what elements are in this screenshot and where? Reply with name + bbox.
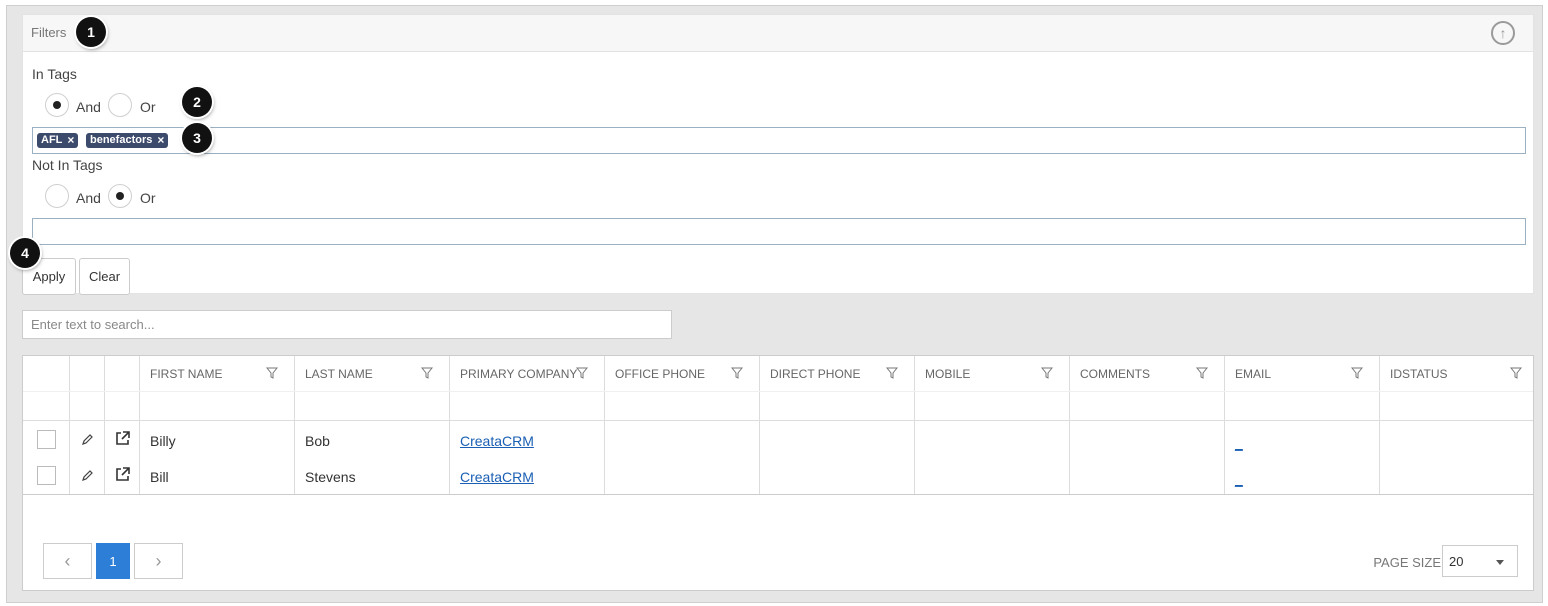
column-direct-phone[interactable]: DIRECT PHONE	[760, 356, 915, 495]
page-size-value: 20	[1449, 554, 1464, 569]
not-in-tags-and-label: And	[76, 190, 101, 206]
email-link[interactable]: _	[1235, 435, 1243, 451]
tag-chip: AFL ×	[37, 133, 79, 148]
funnel-icon[interactable]	[1041, 367, 1053, 379]
contacts-grid: FIRST NAME LAST NAME PRIMARY COMPANY OFF…	[22, 355, 1534, 591]
chevron-down-icon	[1496, 560, 1504, 565]
column-header-label: DIRECT PHONE	[770, 367, 861, 381]
first-name-cell: Bill	[150, 469, 169, 485]
column-idstatus[interactable]: IDSTATUS	[1380, 356, 1535, 495]
column-header-label: MOBILE	[925, 367, 971, 381]
column-comments[interactable]: COMMENTS	[1070, 356, 1225, 495]
primary-company-link[interactable]: CreataCRM	[460, 469, 534, 485]
funnel-icon[interactable]	[576, 367, 588, 379]
funnel-icon[interactable]	[421, 367, 433, 379]
close-icon[interactable]: ×	[157, 133, 164, 148]
arrow-up-circle-icon[interactable]: ↑	[1491, 21, 1515, 45]
in-tags-or-label: Or	[140, 99, 156, 115]
not-in-tags-or-radio[interactable]	[108, 184, 132, 208]
tag-label: AFL	[41, 134, 63, 146]
primary-company-link[interactable]: CreataCRM	[460, 433, 534, 449]
funnel-icon[interactable]	[731, 367, 743, 379]
funnel-icon[interactable]	[266, 367, 278, 379]
filter-row	[23, 391, 1533, 421]
in-tags-or-radio[interactable]	[108, 93, 132, 117]
close-icon[interactable]: ×	[67, 133, 74, 148]
clear-button[interactable]: Clear	[79, 258, 130, 295]
callout-badge-3: 3	[182, 123, 212, 153]
column-mobile[interactable]: MOBILE	[915, 356, 1070, 495]
pager-prev-button[interactable]: ‹	[43, 543, 92, 579]
external-link-icon[interactable]	[114, 430, 131, 447]
first-name-cell: Billy	[150, 433, 176, 449]
funnel-icon[interactable]	[1351, 367, 1363, 379]
filters-header[interactable]: Filters ↑	[23, 15, 1533, 52]
search-input[interactable]: Enter text to search...	[22, 310, 672, 339]
external-link-icon[interactable]	[114, 466, 131, 483]
row-checkbox[interactable]	[37, 430, 56, 449]
column-header-label: EMAIL	[1235, 367, 1272, 381]
tag-chip: benefactors ×	[86, 133, 169, 148]
grid-body-bottom	[23, 494, 1533, 495]
app-frame: Filters ↑ In Tags And Or AFL × benefacto…	[6, 5, 1543, 603]
column-header-label: IDSTATUS	[1390, 367, 1448, 381]
page-size-select[interactable]: 20	[1442, 545, 1518, 577]
funnel-icon[interactable]	[1196, 367, 1208, 379]
row-checkbox[interactable]	[37, 466, 56, 485]
column-header-label: OFFICE PHONE	[615, 367, 706, 381]
callout-badge-4: 4	[10, 238, 40, 268]
page-size-label: PAGE SIZE	[1373, 555, 1441, 570]
last-name-cell: Bob	[305, 433, 330, 449]
callout-badge-1: 1	[76, 17, 106, 47]
column-header-label: LAST NAME	[305, 367, 373, 381]
column-email[interactable]: EMAIL	[1225, 356, 1380, 495]
column-header-label: PRIMARY COMPANY	[460, 367, 578, 381]
column-office-phone[interactable]: OFFICE PHONE	[605, 356, 760, 495]
in-tags-and-radio[interactable]	[45, 93, 69, 117]
in-tags-input[interactable]: AFL × benefactors ×	[32, 127, 1526, 154]
not-in-tags-or-label: Or	[140, 190, 156, 206]
filters-title: Filters	[31, 25, 67, 40]
callout-badge-2: 2	[182, 87, 212, 117]
pager-next-button[interactable]: ›	[134, 543, 183, 579]
last-name-cell: Stevens	[305, 469, 356, 485]
in-tags-label: In Tags	[32, 66, 77, 82]
funnel-icon[interactable]	[886, 367, 898, 379]
not-in-tags-label: Not In Tags	[32, 157, 103, 173]
funnel-icon[interactable]	[1510, 367, 1522, 379]
column-header-label: COMMENTS	[1080, 367, 1150, 381]
email-link[interactable]: _	[1235, 471, 1243, 487]
pencil-icon[interactable]	[81, 469, 94, 482]
column-header-label: FIRST NAME	[150, 367, 223, 381]
not-in-tags-and-radio[interactable]	[45, 184, 69, 208]
not-in-tags-input[interactable]	[32, 218, 1526, 245]
tag-label: benefactors	[90, 134, 153, 146]
pager-page-button[interactable]: 1	[96, 543, 130, 579]
pencil-icon[interactable]	[81, 433, 94, 446]
filters-panel: Filters ↑ In Tags And Or AFL × benefacto…	[22, 14, 1534, 295]
in-tags-and-label: And	[76, 99, 101, 115]
